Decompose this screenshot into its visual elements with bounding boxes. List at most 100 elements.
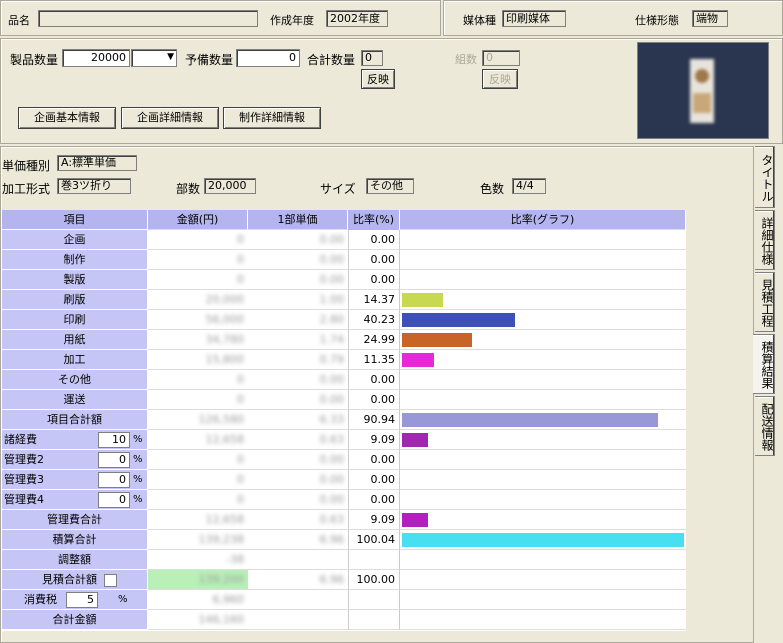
plan-detail-button[interactable]: 企画詳細情報 (121, 107, 219, 129)
row-amount: 139,238 (148, 530, 248, 550)
row-amount-value: 34,780 (205, 333, 245, 346)
row-ratio-graph (400, 610, 686, 630)
media-type-field: 印刷媒体 (502, 10, 566, 27)
row-amount-value: 0 (237, 273, 244, 286)
row-unit-price: 1.74 (248, 330, 348, 350)
sets-field: 0 (482, 50, 520, 66)
row-amount: 34,780 (148, 330, 248, 350)
header-item: 項目 (2, 210, 148, 230)
row-ratio-graph (400, 270, 686, 290)
row-amount: -38 (148, 550, 248, 570)
table-row: 企画 0 0.00 0.00 (2, 230, 686, 250)
processing-field: 巻3ツ折り (57, 178, 131, 194)
row-amount: 0 (148, 270, 248, 290)
row-amount: 6,960 (148, 590, 248, 610)
product-qty-input[interactable]: 20000 (62, 49, 130, 67)
production-detail-button[interactable]: 制作詳細情報 (223, 107, 321, 129)
processing-label: 加工形式 (2, 182, 51, 196)
tab-1[interactable]: 詳細仕様 (755, 210, 775, 270)
colors-field: 4/4 (512, 178, 546, 194)
row-ratio: 0.00 (348, 370, 400, 390)
row-item: 刷版 (2, 290, 148, 310)
row-unit-price-value: 6.96 (319, 573, 345, 586)
table-row: 合計金額 146,160 (2, 610, 686, 630)
row-ratio: 9.09 (348, 510, 400, 530)
rate-input[interactable]: 10 (98, 432, 130, 448)
product-qty-dropdown[interactable]: ▼ (131, 49, 177, 67)
row-item: 管理費4 0% (2, 490, 148, 510)
row-ratio: 0.00 (348, 450, 400, 470)
table-row: 消費税 5% 6,960 (2, 590, 686, 610)
row-unit-price: 0.00 (248, 450, 348, 470)
spec-form-field: 端物 (692, 10, 728, 27)
created-year-label: 作成年度 (270, 14, 314, 27)
row-item: 印刷 (2, 310, 148, 330)
row-unit-price (248, 610, 348, 630)
row-unit-price: 0.00 (248, 230, 348, 250)
row-unit-price: 0.79 (248, 350, 348, 370)
plan-basic-button[interactable]: 企画基本情報 (18, 107, 116, 129)
sets-label: 組数 (455, 53, 477, 66)
tab-2[interactable]: 見積工程 (755, 272, 775, 332)
product-thumbnail (637, 42, 769, 139)
row-item: 消費税 5% (2, 590, 148, 610)
table-row: その他 0 0.00 0.00 (2, 370, 686, 390)
row-amount-value: 0 (237, 373, 244, 386)
row-ratio-graph (400, 310, 686, 330)
row-unit-price: 6.96 (248, 530, 348, 550)
row-amount-value: 139,200 (198, 573, 245, 586)
table-row: 製版 0 0.00 0.00 (2, 270, 686, 290)
row-ratio: 11.35 (348, 350, 400, 370)
row-amount: 20,000 (148, 290, 248, 310)
row-ratio-graph (400, 550, 686, 570)
ratio-bar (402, 533, 684, 547)
row-item-label: 諸経費 (4, 433, 37, 446)
table-row: 加工 15,800 0.79 11.35 (2, 350, 686, 370)
row-amount-value: 20,000 (205, 293, 245, 306)
row-ratio-graph (400, 290, 686, 310)
row-amount: 126,580 (148, 410, 248, 430)
row-unit-price-value: 6.96 (319, 533, 345, 546)
colors-label: 色数 (480, 182, 505, 196)
product-name-field[interactable] (38, 10, 258, 27)
rate-input[interactable]: 5 (66, 592, 98, 608)
table-row: 管理費合計 12,658 0.63 9.09 (2, 510, 686, 530)
row-amount-value: 0 (237, 253, 244, 266)
row-unit-price-value: 6.33 (319, 413, 345, 426)
row-ratio: 9.09 (348, 430, 400, 450)
spec-form-label: 仕様形態 (635, 14, 679, 27)
result-grid: 項目 金額(円) 1部単価 比率(%) 比率(グラフ) 企画 0 0.00 0.00 制… (2, 210, 686, 631)
row-ratio: 0.00 (348, 250, 400, 270)
row-amount: 0 (148, 450, 248, 470)
row-ratio-graph (400, 350, 686, 370)
tab-3[interactable]: 積算結果 (753, 334, 775, 394)
apply2-button[interactable]: 反映 (482, 69, 518, 89)
row-amount-value: 139,238 (198, 533, 245, 546)
row-ratio-graph (400, 250, 686, 270)
row-amount-value: 6,960 (212, 593, 245, 606)
row-ratio-graph (400, 370, 686, 390)
rate-input[interactable]: 0 (98, 492, 130, 508)
row-unit-price: 0.00 (248, 370, 348, 390)
header-ratio: 比率(%) (348, 210, 400, 230)
total-qty-label: 合計数量 (307, 53, 356, 67)
row-amount: 0 (148, 250, 248, 270)
row-amount: 0 (148, 490, 248, 510)
row-amount: 0 (148, 230, 248, 250)
tab-0[interactable]: タイトル (755, 146, 775, 208)
table-row: 管理費4 0% 0 0.00 0.00 (2, 490, 686, 510)
spare-qty-input[interactable]: 0 (236, 49, 300, 67)
row-ratio: 90.94 (348, 410, 400, 430)
tab-4[interactable]: 配送情報 (755, 396, 775, 456)
rate-input[interactable]: 0 (98, 472, 130, 488)
row-unit-price-value: 0.00 (319, 233, 345, 246)
checkbox[interactable] (104, 574, 117, 587)
row-ratio-graph (400, 330, 686, 350)
rate-input[interactable]: 0 (98, 452, 130, 468)
apply-button[interactable]: 反映 (361, 69, 395, 89)
row-unit-price: 0.63 (248, 510, 348, 530)
product-name-label: 品名 (8, 14, 30, 27)
table-row: 調整額 -38 (2, 550, 686, 570)
row-unit-price: 0.00 (248, 390, 348, 410)
row-unit-price-value: 0.00 (319, 453, 345, 466)
